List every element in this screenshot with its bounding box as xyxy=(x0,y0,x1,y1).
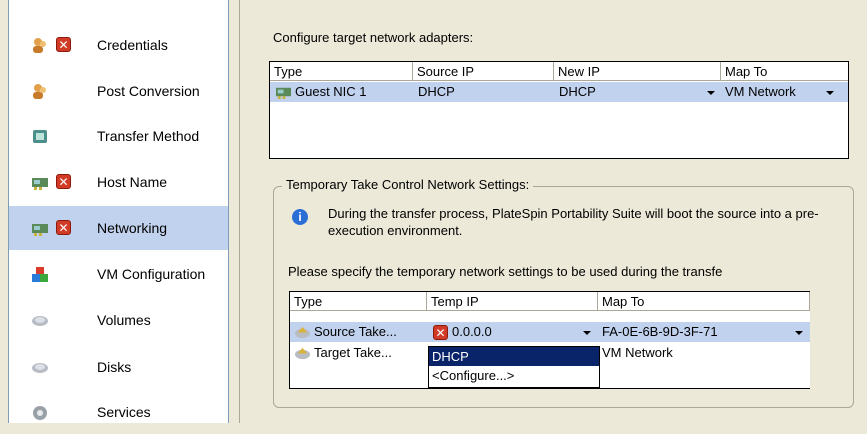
nav-item-volumes[interactable]: Volumes xyxy=(9,298,228,342)
nav-item-vm-configuration[interactable]: VM Configuration xyxy=(9,252,228,296)
info-message: During the transfer process, PlateSpin P… xyxy=(328,206,819,238)
adapter-new-ip-cell[interactable]: DHCP xyxy=(559,83,596,101)
services-gear-icon xyxy=(33,406,47,420)
configure-adapters-label: Configure target network adapters: xyxy=(273,30,474,45)
adapter-source-ip-cell: DHCP xyxy=(418,84,455,99)
column-header-type[interactable]: Type xyxy=(290,292,427,311)
specify-settings-label: Please specify the temporary network set… xyxy=(288,264,723,279)
info-icon: i xyxy=(292,209,308,225)
network-card-icon xyxy=(32,224,48,236)
transfer-icon xyxy=(33,130,47,143)
nav-label: Services xyxy=(97,404,151,420)
disk-icon xyxy=(32,363,48,373)
target-map-to-cell[interactable]: VM Network xyxy=(602,344,673,362)
column-header-map-to[interactable]: Map To xyxy=(598,292,810,311)
target-take-control-type-cell: Target Take... xyxy=(314,345,392,360)
nav-item-networking[interactable]: ✕ Networking xyxy=(9,206,228,250)
source-temp-ip-cell[interactable]: 0.0.0.0 xyxy=(452,323,492,341)
nav-label: Transfer Method xyxy=(97,128,200,144)
source-map-to-cell[interactable]: FA-0E-6B-9D-3F-71 xyxy=(602,323,718,341)
networking-settings-pane: Configure target network adapters: Type … xyxy=(239,0,867,423)
temp-ip-dropdown-arrow[interactable] xyxy=(583,331,591,335)
nav-item-credentials[interactable]: ✕ Credentials xyxy=(9,23,228,67)
volume-icon xyxy=(32,316,48,326)
column-header-source-ip[interactable]: Source IP xyxy=(413,62,554,81)
adapter-map-to-cell[interactable]: VM Network xyxy=(725,83,796,101)
adapters-table: Type Source IP New IP Map To Guest NIC 1… xyxy=(269,61,849,159)
nav-label: Post Conversion xyxy=(97,83,200,99)
settings-nav-pane: ✕ Credentials Post Conversion Transfer M… xyxy=(8,0,229,423)
nav-label: Networking xyxy=(97,220,168,236)
error-icon: ✕ xyxy=(56,220,71,235)
user-icon xyxy=(33,38,46,53)
user-icon xyxy=(33,84,46,99)
error-icon: ✕ xyxy=(56,37,71,52)
take-control-group-title: Temporary Take Control Network Settings: xyxy=(282,177,534,192)
column-header-new-ip[interactable]: New IP xyxy=(554,62,721,81)
nav-item-disks[interactable]: Disks xyxy=(9,345,228,389)
nav-label: Disks xyxy=(97,359,132,375)
vm-config-icon xyxy=(32,267,48,282)
take-control-icon xyxy=(294,347,311,360)
nav-item-post-conversion[interactable]: Post Conversion xyxy=(9,69,228,113)
new-ip-dropdown-arrow[interactable] xyxy=(707,91,715,95)
temp-ip-dropdown-list[interactable]: DHCP <Configure...> xyxy=(428,346,600,388)
take-control-icon xyxy=(294,326,311,339)
nav-item-transfer-method[interactable]: Transfer Method xyxy=(9,114,228,158)
nav-item-host-name[interactable]: ✕ Host Name xyxy=(9,160,228,204)
nav-label: VM Configuration xyxy=(97,266,206,282)
nav-item-services[interactable]: Services xyxy=(9,390,228,434)
error-icon: ✕ xyxy=(433,325,448,340)
dropdown-option-dhcp[interactable]: DHCP xyxy=(429,347,599,366)
nav-label: Credentials xyxy=(97,37,168,53)
network-card-icon xyxy=(32,178,48,190)
map-to-dropdown-arrow[interactable] xyxy=(795,331,803,335)
column-header-type[interactable]: Type xyxy=(270,62,413,81)
dropdown-option-configure[interactable]: <Configure...> xyxy=(429,366,599,385)
error-icon: ✕ xyxy=(56,174,71,189)
map-to-dropdown-arrow[interactable] xyxy=(826,91,834,95)
adapter-type-cell: Guest NIC 1 xyxy=(295,84,367,99)
nav-label: Volumes xyxy=(97,312,151,328)
source-take-control-type-cell: Source Take... xyxy=(314,324,397,339)
nav-label: Host Name xyxy=(97,174,168,190)
network-card-icon xyxy=(275,87,292,100)
column-header-map-to[interactable]: Map To xyxy=(721,62,848,81)
column-header-temp-ip[interactable]: Temp IP xyxy=(427,292,598,311)
